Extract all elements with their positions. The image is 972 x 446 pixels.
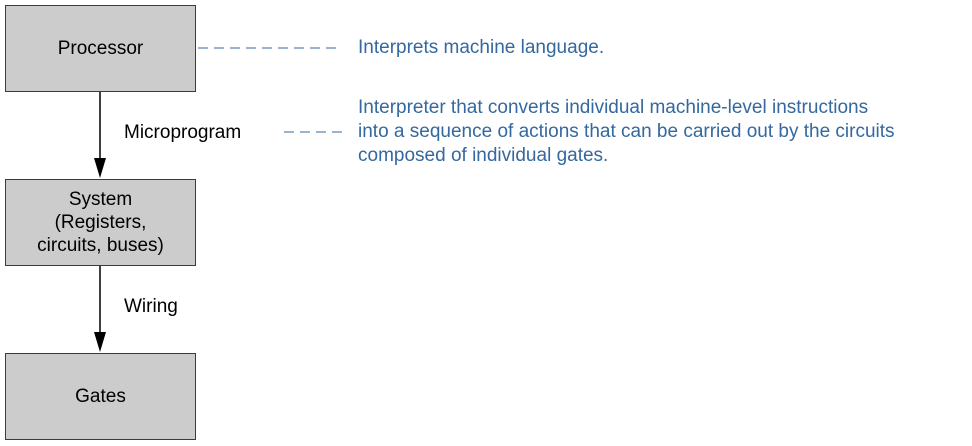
arrowhead-gates [94, 332, 106, 352]
processor-box: Processor [5, 5, 196, 92]
microprogram-edge-label: Microprogram [124, 122, 242, 143]
system-label: System (Registers, circuits, buses) [37, 189, 164, 256]
system-box: System (Registers, circuits, buses) [5, 179, 196, 266]
gates-label: Gates [75, 386, 126, 407]
wiring-edge-label: Wiring [124, 296, 178, 317]
arrowhead-system [94, 158, 106, 178]
microprogram-annotation: Interpreter that converts individual mac… [358, 97, 895, 166]
gates-box: Gates [5, 353, 196, 440]
processor-annotation: Interprets machine language. [358, 37, 605, 58]
processor-label: Processor [57, 38, 144, 59]
